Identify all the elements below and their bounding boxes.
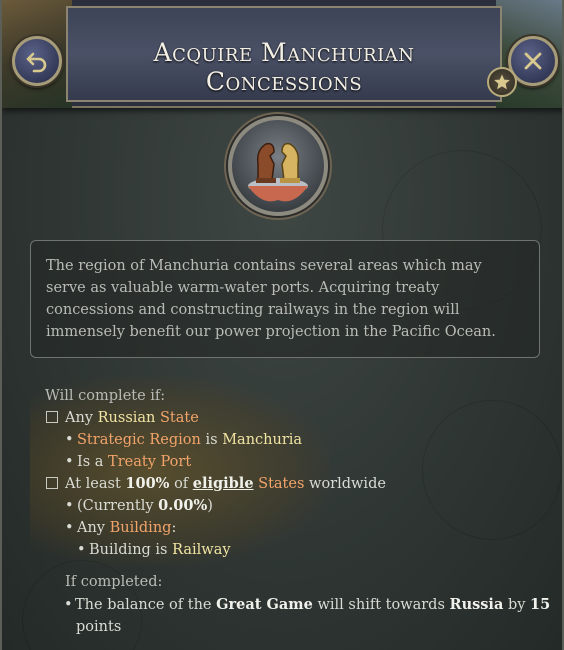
subcondition-strategic-region: • Strategic Region is Manchuria — [65, 432, 303, 448]
russian-link[interactable]: Russian — [98, 410, 156, 426]
russia-link[interactable]: Russia — [450, 596, 504, 613]
text: ) — [207, 498, 213, 514]
star-badge[interactable] — [487, 67, 517, 97]
background-texture — [422, 400, 562, 540]
text: Is a — [77, 454, 104, 470]
percent-value: 100% — [125, 475, 170, 492]
text: by — [507, 597, 526, 613]
subcondition-any-building: • Any Building: — [65, 520, 177, 536]
description-text: The region of Manchuria contains several… — [46, 258, 496, 340]
condition-any-russian-state: Any Russian State — [46, 408, 199, 428]
condition-eligible-states: At least 100% of eligible States worldwi… — [46, 474, 386, 494]
requirements-heading: Will complete if: — [45, 388, 166, 404]
text: (Currently — [77, 498, 154, 514]
text: will shift towards — [317, 597, 445, 613]
journal-panel: Acquire Manchurian Concessions The regio… — [0, 0, 564, 650]
completion-heading: If completed: — [65, 574, 163, 590]
great-game-link[interactable]: Great Game — [216, 596, 313, 613]
panel-title: Acquire Manchurian Concessions — [153, 38, 415, 96]
text: Building is — [89, 542, 168, 558]
panel-header: Acquire Manchurian Concessions — [2, 0, 562, 108]
back-button[interactable] — [12, 36, 62, 86]
checkbox-unchecked — [46, 477, 58, 489]
undo-arrow-icon — [26, 52, 47, 73]
star-icon — [494, 74, 510, 90]
subcondition-currently: • (Currently 0.00%) — [65, 497, 213, 514]
text: worldwide — [309, 476, 386, 492]
description-box: The region of Manchuria contains several… — [30, 240, 540, 358]
completion-effect-line1: • The balance of the Great Game will shif… — [64, 596, 551, 613]
text: The balance of the — [75, 597, 212, 613]
eligible-link[interactable]: eligible — [193, 475, 254, 492]
checkbox-unchecked — [46, 411, 58, 423]
strategic-region-link[interactable]: Strategic Region — [77, 432, 201, 448]
text: is — [205, 432, 218, 448]
text: Any — [65, 410, 94, 426]
treaty-port-link[interactable]: Treaty Port — [108, 454, 191, 470]
current-percent: 0.00% — [158, 497, 208, 514]
building-link[interactable]: Building — [110, 520, 172, 536]
subcondition-building-is-railway: • Building is Railway — [77, 542, 231, 558]
journal-illustration — [228, 116, 328, 216]
states-link[interactable]: States — [258, 476, 304, 492]
text: : — [171, 520, 177, 536]
manchuria-link[interactable]: Manchuria — [222, 432, 302, 448]
points-value: 15 — [530, 596, 551, 613]
text: At least — [65, 476, 121, 492]
completion-effect-line2: points — [76, 619, 122, 635]
text: of — [174, 476, 189, 492]
state-link[interactable]: State — [160, 410, 199, 426]
subcondition-treaty-port: • Is a Treaty Port — [65, 454, 192, 470]
chess-knights-on-hand-icon — [248, 142, 308, 202]
text: Any — [77, 520, 106, 536]
close-x-icon — [524, 52, 542, 70]
railway-link[interactable]: Railway — [172, 542, 230, 558]
